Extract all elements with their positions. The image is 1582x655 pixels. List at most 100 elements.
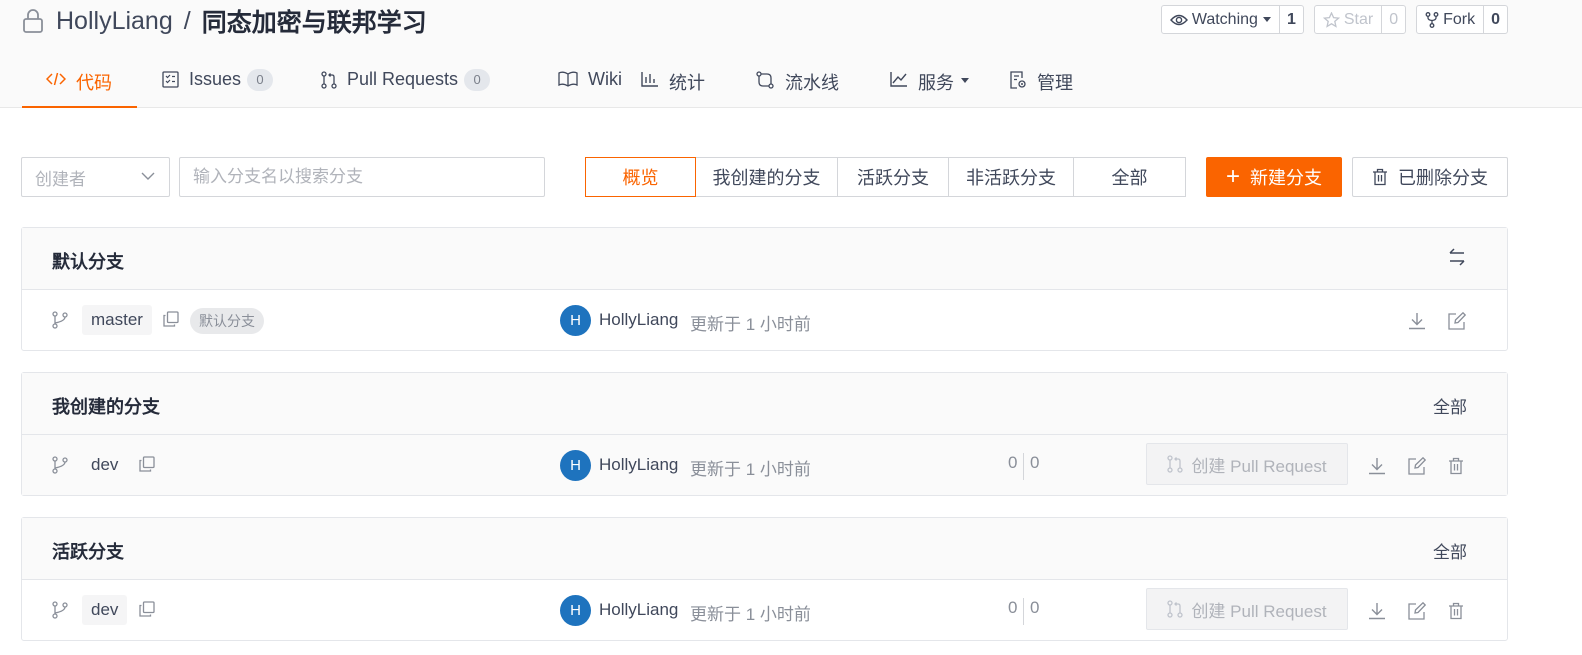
branch-row: dev H HollyLiang 更新于 1 小时前 0 0 创建 Pull R… [22, 580, 1507, 640]
tab-services[interactable]: 服务 [873, 56, 1007, 108]
commits-behind-count: 0 [1030, 453, 1040, 472]
tab-pull-requests[interactable]: Pull Requests 0 [291, 56, 508, 108]
tab-wiki[interactable]: Wiki [508, 56, 624, 108]
segment-active-branches[interactable]: 活跃分支 [837, 157, 949, 197]
pull-request-icon [1167, 455, 1184, 473]
fork-count[interactable]: 0 [1484, 6, 1507, 33]
author-link[interactable]: HollyLiang [599, 310, 678, 330]
view-all-active-branches-link[interactable]: 全部 [1433, 538, 1467, 563]
new-branch-button[interactable]: + 新建分支 [1206, 157, 1342, 197]
view-all-my-branches-link[interactable]: 全部 [1433, 393, 1467, 418]
branch-icon [52, 601, 68, 619]
repo-header: HollyLiang / 同态加密与联邦学习 Watching 1 Star 0… [0, 0, 1582, 108]
caret-down-icon [961, 78, 969, 83]
author-link[interactable]: HollyLiang [599, 600, 678, 620]
tab-manage[interactable]: 管理 [1007, 56, 1127, 108]
watch-button[interactable]: Watching 1 [1160, 5, 1304, 34]
updated-time: 更新于 1 小时前 [690, 460, 811, 479]
branch-icon [52, 456, 68, 474]
copy-icon[interactable] [139, 456, 155, 472]
repo-name-link[interactable]: 同态加密与联邦学习 [202, 3, 427, 39]
tab-issues[interactable]: Issues 0 [137, 56, 291, 108]
commits-ahead-count: 0 [1008, 598, 1025, 625]
watch-count[interactable]: 1 [1280, 6, 1303, 33]
create-pull-request-button[interactable]: 创建 Pull Request [1146, 588, 1348, 630]
branch-name-link[interactable]: dev [82, 450, 127, 480]
updated-time: 更新于 1 小时前 [690, 605, 811, 624]
branch-name-link[interactable]: dev [82, 595, 128, 625]
download-icon[interactable] [1368, 602, 1386, 620]
new-branch-label: 新建分支 [1250, 168, 1322, 188]
panel-header: 活跃分支 全部 [22, 518, 1507, 580]
deleted-branches-label: 已删除分支 [1398, 168, 1488, 188]
star-count[interactable]: 0 [1382, 6, 1405, 33]
download-icon[interactable] [1408, 312, 1426, 330]
tab-stats[interactable]: 统计 [624, 56, 739, 108]
book-icon [558, 71, 578, 87]
branch-name-link[interactable]: master [82, 305, 152, 335]
issues-count-badge: 0 [247, 69, 274, 91]
tab-label: Issues [189, 69, 242, 89]
fork-button[interactable]: Fork 0 [1416, 5, 1508, 34]
edit-icon[interactable] [1448, 312, 1466, 330]
branch-row: master 默认分支 H HollyLiang 更新于 1 小时前 [22, 290, 1507, 350]
copy-icon[interactable] [139, 601, 155, 617]
star-button[interactable]: Star 0 [1313, 5, 1407, 34]
star-label: Star [1343, 10, 1374, 28]
branch-icon [52, 311, 68, 329]
copy-icon[interactable] [163, 311, 179, 327]
edit-icon[interactable] [1408, 457, 1426, 475]
creator-select-placeholder: 创建者 [35, 169, 86, 189]
watch-label: Watching [1191, 10, 1258, 28]
default-branch-tag: 默认分支 [190, 308, 264, 334]
pull-requests-count-badge: 0 [464, 69, 491, 91]
repo-title: HollyLiang / 同态加密与联邦学习 [22, 4, 427, 38]
repo-tabs: 代码 Issues 0 Pull Requests 0 Wiki 统计 流水线 … [22, 56, 1127, 108]
repo-path-separator: / [183, 6, 191, 35]
deleted-branches-button[interactable]: 已删除分支 [1352, 157, 1508, 197]
lock-icon [23, 9, 43, 33]
segment-inactive-branches[interactable]: 非活跃分支 [948, 157, 1074, 197]
tab-label: 流水线 [785, 73, 839, 93]
repo-owner-link[interactable]: HollyLiang [56, 7, 173, 36]
panel-title: 我创建的分支 [52, 397, 160, 417]
plus-icon: + [1225, 163, 1240, 190]
author-link[interactable]: HollyLiang [599, 455, 678, 475]
panel-header: 默认分支 [22, 228, 1507, 290]
create-pull-request-label: 创建 Pull Request [1191, 601, 1327, 621]
pull-request-icon [321, 71, 337, 89]
fork-label: Fork [1443, 10, 1476, 28]
edit-icon[interactable] [1408, 602, 1426, 620]
tab-code[interactable]: 代码 [22, 56, 137, 108]
tab-label: 管理 [1037, 73, 1073, 93]
eye-icon [1169, 14, 1188, 25]
branch-view-segments: 概览 我创建的分支 活跃分支 非活跃分支 全部 [585, 157, 1186, 197]
segment-overview[interactable]: 概览 [585, 157, 696, 197]
pipeline-icon [756, 71, 774, 89]
avatar: H [560, 595, 591, 626]
active-branches-panel: 活跃分支 全部 dev H HollyLiang 更新于 1 小时前 0 0 创… [21, 517, 1508, 641]
fork-icon [1425, 11, 1439, 28]
trash-icon[interactable] [1448, 457, 1464, 475]
trash-icon[interactable] [1448, 602, 1464, 620]
create-pull-request-button[interactable]: 创建 Pull Request [1146, 443, 1348, 485]
branch-row: dev H HollyLiang 更新于 1 小时前 0 0 创建 Pull R… [22, 435, 1507, 495]
default-branch-panel: 默认分支 master 默认分支 H HollyLiang 更新于 1 小时前 [21, 227, 1508, 351]
updated-time: 更新于 1 小时前 [690, 315, 811, 334]
avatar: H [560, 305, 591, 336]
download-icon[interactable] [1368, 457, 1386, 475]
segment-my-branches[interactable]: 我创建的分支 [695, 157, 838, 197]
tab-label: Wiki [588, 69, 622, 89]
switch-arrows-icon[interactable] [1447, 247, 1467, 267]
pull-request-icon [1167, 600, 1184, 618]
my-branches-panel: 我创建的分支 全部 dev H HollyLiang 更新于 1 小时前 0 0… [21, 372, 1508, 496]
branch-search-input[interactable] [179, 157, 545, 197]
commits-behind-count: 0 [1030, 598, 1040, 617]
bar-chart-icon [641, 72, 658, 87]
issues-icon [162, 71, 179, 88]
segment-all[interactable]: 全部 [1073, 157, 1186, 197]
creator-select[interactable]: 创建者 [21, 157, 170, 197]
tab-label: 代码 [76, 73, 112, 93]
create-pull-request-label: 创建 Pull Request [1191, 456, 1327, 476]
tab-pipeline[interactable]: 流水线 [739, 56, 873, 108]
